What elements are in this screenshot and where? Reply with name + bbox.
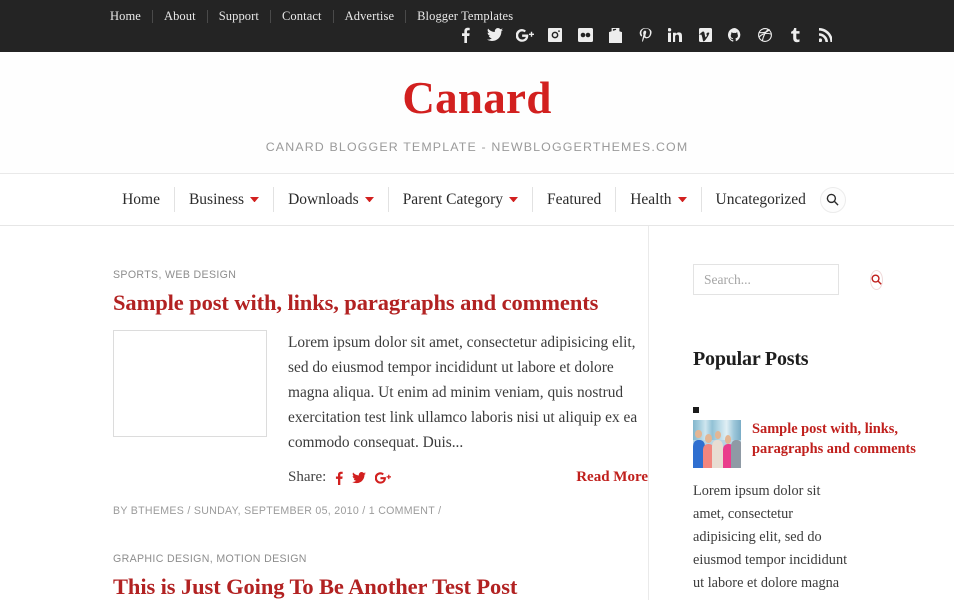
menu-item-downloads[interactable]: Downloads	[274, 187, 389, 212]
linkedin-icon[interactable]	[660, 24, 690, 46]
post-title[interactable]: Sample post with, links, paragraphs and …	[113, 290, 648, 316]
search-input[interactable]	[704, 271, 870, 288]
sidebar: Popular Posts Sample post with, links, p…	[648, 226, 954, 600]
popular-post-excerpt: Lorem ipsum dolor sit amet, consectetur …	[693, 483, 848, 591]
twitter-icon[interactable]	[352, 471, 367, 484]
post-share-row: Share: Read More	[288, 469, 648, 486]
share-label: Share:	[288, 469, 327, 486]
main-menu: Home Business Downloads Parent Category …	[108, 186, 846, 213]
menu-item-label: Health	[630, 191, 672, 208]
read-more-link[interactable]: Read More	[576, 469, 648, 486]
top-nav-item-advertise[interactable]: Advertise	[334, 10, 407, 23]
social-links	[450, 24, 840, 46]
post-categories[interactable]: SPORTS, WEB DESIGN	[113, 269, 648, 281]
post-list: SPORTS, WEB DESIGN Sample post with, lin…	[0, 226, 648, 600]
menu-item-label: Featured	[546, 191, 602, 208]
menu-item-label: Downloads	[288, 191, 359, 208]
pinterest-icon[interactable]	[630, 24, 660, 46]
menu-item-home[interactable]: Home	[108, 187, 175, 212]
search-icon[interactable]	[870, 269, 883, 290]
menu-item-business[interactable]: Business	[175, 187, 275, 212]
tumblr-icon[interactable]	[780, 24, 810, 46]
facebook-icon[interactable]	[450, 24, 480, 46]
top-nav-item-home[interactable]: Home	[110, 10, 153, 23]
google-plus-icon[interactable]	[375, 472, 392, 484]
menu-item-label: Uncategorized	[715, 191, 806, 208]
menu-item-label: Business	[188, 191, 245, 208]
site-title[interactable]: Canard	[402, 75, 551, 121]
instagram-icon[interactable]	[540, 24, 570, 46]
post-excerpt: Lorem ipsum dolor sit amet, consectetur …	[288, 333, 638, 452]
top-bar: Home About Support Contact Advertise Blo…	[0, 0, 954, 52]
github-icon[interactable]	[720, 24, 750, 46]
post-item: GRAPHIC DESIGN, MOTION DESIGN This is Ju…	[113, 553, 648, 600]
site-tagline: CANARD BLOGGER TEMPLATE - NEWBLOGGERTHEM…	[265, 139, 689, 154]
post-item: SPORTS, WEB DESIGN Sample post with, lin…	[113, 269, 648, 517]
chevron-down-icon	[677, 196, 687, 203]
chevron-down-icon	[250, 196, 260, 203]
post-categories[interactable]: GRAPHIC DESIGN, MOTION DESIGN	[113, 553, 648, 565]
facebook-icon[interactable]	[335, 471, 344, 485]
popular-posts-heading: Popular Posts	[693, 348, 809, 370]
top-nav-item-contact[interactable]: Contact	[271, 10, 334, 23]
twitter-icon[interactable]	[480, 24, 510, 46]
youtube-icon[interactable]	[600, 24, 630, 46]
menu-item-label: Home	[122, 191, 160, 208]
popular-post-title[interactable]: Sample post with, links, paragraphs and …	[752, 420, 954, 468]
top-navigation: Home About Support Contact Advertise Blo…	[0, 0, 954, 26]
search-widget	[693, 264, 883, 295]
list-bullet-icon	[693, 407, 699, 413]
rss-icon[interactable]	[810, 24, 840, 46]
menu-item-featured[interactable]: Featured	[533, 187, 617, 212]
top-nav-item-about[interactable]: About	[153, 10, 208, 23]
content-sidebar-divider	[648, 226, 649, 600]
top-nav-item-blogger-templates[interactable]: Blogger Templates	[406, 10, 524, 23]
page-body: SPORTS, WEB DESIGN Sample post with, lin…	[0, 226, 954, 600]
popular-post-item: Sample post with, links, paragraphs and …	[693, 420, 954, 468]
menu-item-parent-category[interactable]: Parent Category	[389, 187, 533, 212]
post-title[interactable]: This is Just Going To Be Another Test Po…	[113, 574, 648, 600]
google-plus-icon[interactable]	[510, 24, 540, 46]
popular-post-thumbnail-image	[693, 420, 741, 468]
main-menu-bar: Home Business Downloads Parent Category …	[0, 174, 954, 226]
menu-item-label: Parent Category	[402, 191, 503, 208]
post-body: Lorem ipsum dolor sit amet, consectetur …	[113, 329, 648, 456]
top-nav-item-support[interactable]: Support	[208, 10, 271, 23]
post-thumbnail[interactable]	[113, 329, 267, 437]
search-icon[interactable]	[819, 186, 846, 213]
menu-item-uncategorized[interactable]: Uncategorized	[702, 187, 818, 212]
site-header: Canard CANARD BLOGGER TEMPLATE - NEWBLOG…	[0, 52, 954, 174]
post-byline[interactable]: BY BTHEMES / SUNDAY, SEPTEMBER 05, 2010 …	[113, 505, 648, 517]
popular-post-thumbnail[interactable]	[693, 420, 741, 468]
chevron-down-icon	[364, 196, 374, 203]
menu-item-health[interactable]: Health	[616, 187, 702, 212]
flickr-icon[interactable]	[570, 24, 600, 46]
vimeo-icon[interactable]	[690, 24, 720, 46]
chevron-down-icon	[508, 196, 518, 203]
dribbble-icon[interactable]	[750, 24, 780, 46]
